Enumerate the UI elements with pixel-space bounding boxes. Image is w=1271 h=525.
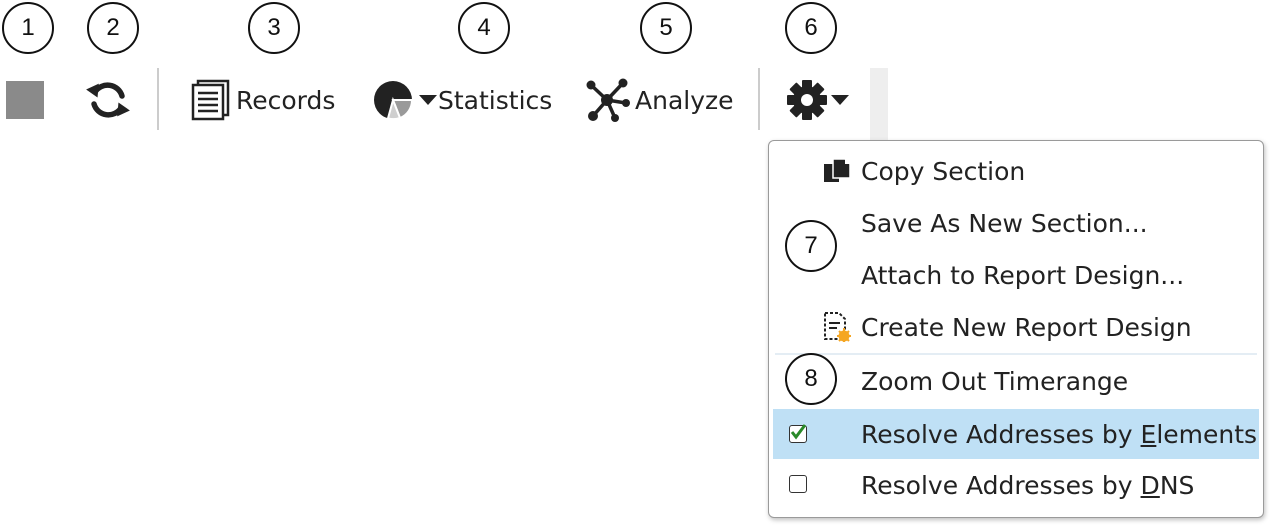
refresh-button[interactable] <box>84 70 132 130</box>
callout-6: 6 <box>785 2 837 54</box>
dropdown-caret-icon <box>419 95 437 105</box>
menu-divider <box>775 353 1257 355</box>
callout-2: 2 <box>87 2 139 54</box>
settings-menu-button[interactable] <box>784 70 850 130</box>
refresh-icon <box>86 82 130 118</box>
callout-3: 3 <box>248 2 300 54</box>
copy-icon <box>821 155 851 187</box>
stop-square-icon <box>6 81 44 119</box>
menu-item-label: Save As New Section... <box>861 208 1148 238</box>
gear-icon <box>787 80 827 120</box>
stop-button[interactable] <box>6 70 44 130</box>
toolbar-overflow-strip <box>870 68 888 140</box>
menu-item-copy-section[interactable]: Copy Section <box>773 147 1259 195</box>
records-button[interactable]: Records <box>188 70 335 130</box>
report-design-icon <box>821 311 851 343</box>
network-graph-icon <box>586 78 630 122</box>
resolve-dns-checkbox[interactable] <box>789 475 807 493</box>
menu-item-zoom-out-timerange[interactable]: Zoom Out Timerange <box>773 357 1259 405</box>
menu-item-attach-to-report-design[interactable]: Attach to Report Design... <box>773 251 1259 299</box>
menu-item-resolve-by-elements[interactable]: Resolve Addresses by Elements <box>773 409 1259 459</box>
menu-item-resolve-by-dns[interactable]: Resolve Addresses by DNS <box>773 461 1259 509</box>
records-icon <box>191 79 230 121</box>
resolve-elements-checkbox[interactable] <box>789 424 807 443</box>
toolbar-separator <box>157 68 159 130</box>
menu-item-save-as-new-section[interactable]: Save As New Section... <box>773 199 1259 247</box>
analyze-label: Analyze <box>635 85 734 115</box>
records-label: Records <box>236 85 336 115</box>
menu-item-label: Zoom Out Timerange <box>861 366 1129 396</box>
callout-7: 7 <box>785 220 837 272</box>
menu-item-label: Attach to Report Design... <box>861 260 1185 290</box>
toolbar: Records Statistics Analyze <box>0 60 890 140</box>
callout-5: 5 <box>640 2 692 54</box>
dropdown-caret-icon <box>831 95 849 105</box>
callout-4: 4 <box>458 2 510 54</box>
menu-item-create-new-report-design[interactable]: Create New Report Design <box>773 303 1259 351</box>
menu-item-label: Create New Report Design <box>861 312 1192 342</box>
statistics-label: Statistics <box>438 85 553 115</box>
settings-dropdown-menu: Copy Section Save As New Section... Atta… <box>768 140 1264 518</box>
checkmark-icon <box>790 424 807 440</box>
menu-item-label: Resolve Addresses by Elements <box>861 419 1258 449</box>
pie-chart-icon <box>374 81 414 121</box>
toolbar-separator <box>758 68 760 130</box>
menu-item-label: Resolve Addresses by DNS <box>861 470 1195 500</box>
menu-item-label: Copy Section <box>861 156 1026 186</box>
statistics-button[interactable]: Statistics <box>372 70 552 130</box>
analyze-button[interactable]: Analyze <box>585 70 734 130</box>
callout-8: 8 <box>785 353 837 405</box>
callout-1: 1 <box>2 2 54 54</box>
